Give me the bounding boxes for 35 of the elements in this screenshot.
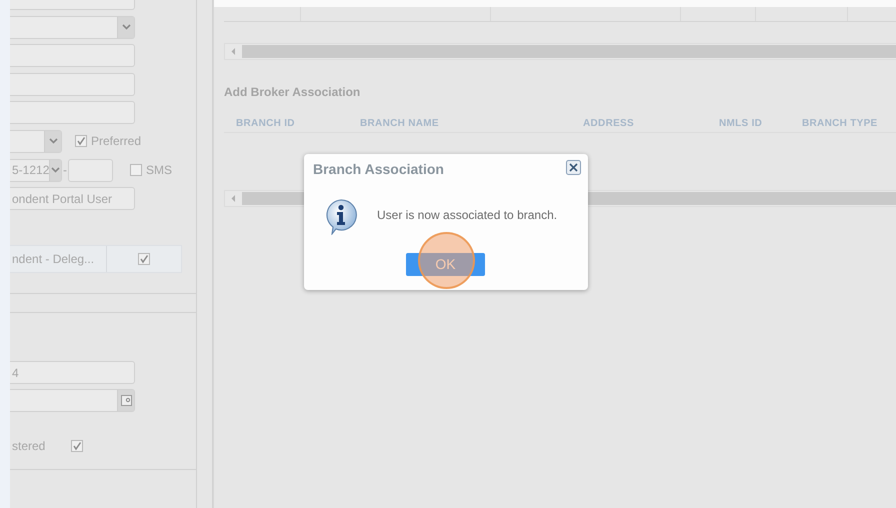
- dropdown[interactable]: 5-1212: [10, 158, 62, 182]
- checkbox[interactable]: [75, 135, 87, 148]
- column-header[interactable]: ADDRESS: [583, 118, 634, 128]
- checkbox-label: SMS: [146, 162, 172, 180]
- input-field[interactable]: ondent Portal User: [10, 187, 135, 210]
- checkbox[interactable]: [138, 253, 150, 266]
- ok-button[interactable]: OK: [406, 253, 485, 276]
- calendar-icon[interactable]: [117, 390, 134, 412]
- checkbox-label: stered: [12, 438, 46, 455]
- input-field[interactable]: [10, 72, 135, 96]
- column-header[interactable]: BRANCH NAME: [360, 118, 439, 128]
- input-field[interactable]: [68, 158, 113, 182]
- dropdown-caret-icon[interactable]: [44, 130, 61, 152]
- date-field[interactable]: [10, 389, 135, 412]
- dialog-message: User is now associated to branch.: [377, 207, 558, 224]
- input-field[interactable]: [10, 101, 135, 124]
- dropdown-caret-icon[interactable]: [49, 160, 61, 181]
- dropdown[interactable]: [10, 16, 135, 39]
- section-title: Add Broker Association: [224, 84, 362, 101]
- dialog-title: Branch Association: [313, 160, 444, 179]
- dropdown[interactable]: [10, 130, 62, 153]
- column-header[interactable]: BRANCH ID: [236, 118, 295, 128]
- separator: -: [63, 162, 67, 180]
- scrollbar[interactable]: [224, 43, 896, 60]
- checkbox-label: Preferred: [91, 133, 142, 150]
- input-field[interactable]: [10, 44, 135, 68]
- close-icon[interactable]: [566, 160, 581, 175]
- table-cell: ndent - Deleg...: [10, 246, 107, 272]
- checkbox[interactable]: [71, 440, 84, 452]
- input-field[interactable]: 4: [10, 361, 135, 384]
- column-header[interactable]: BRANCH TYPE: [802, 118, 878, 128]
- info-icon: [325, 199, 357, 235]
- checkbox[interactable]: [130, 164, 142, 176]
- column-header[interactable]: NMLS ID: [719, 118, 762, 128]
- dropdown-caret-icon[interactable]: [117, 16, 134, 38]
